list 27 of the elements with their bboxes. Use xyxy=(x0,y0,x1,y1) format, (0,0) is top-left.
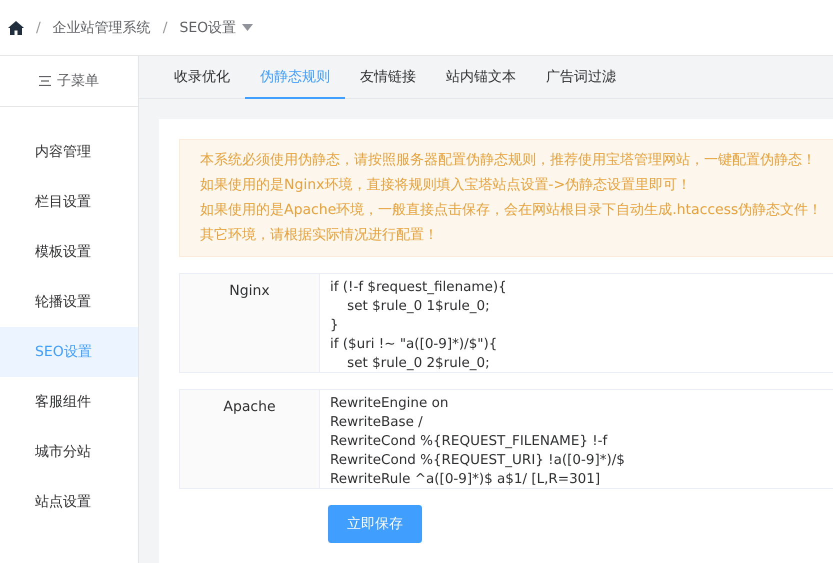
notice-text: 本系统必须使用伪静态，请按照服务器配置伪静态规则，推荐使用宝塔管理网站，一键配置伪静态！ xyxy=(200,151,817,170)
sidebar-item[interactable]: 客服组件 xyxy=(0,377,138,427)
sidebar-item[interactable]: 城市分站 xyxy=(0,427,138,477)
notice-text: 如果使用的是Nginx环境，直接将规则填入宝塔站点设置->伪静态设置里即可！ xyxy=(200,176,692,195)
field-label: Apache xyxy=(179,389,320,489)
sidebar-item[interactable]: 内容管理 xyxy=(0,127,138,177)
menu-icon xyxy=(39,76,51,86)
home-icon[interactable] xyxy=(8,20,24,34)
tab[interactable]: 友情链接 xyxy=(345,56,431,99)
tab[interactable]: 广告词过滤 xyxy=(531,56,631,99)
caret-icon[interactable] xyxy=(242,24,254,31)
field-label: Nginx xyxy=(179,273,320,373)
sidebar-title: 子菜单 xyxy=(57,72,99,90)
breadcrumb-item[interactable]: SEO设置 xyxy=(179,18,236,36)
notice-text: 如果使用的是Apache环境，一般直接点击保存，会在网站根目录下自动生成.htaccess伪静态文件！ xyxy=(200,201,824,220)
breadcrumb-separator: / xyxy=(162,20,168,36)
sidebar-item[interactable]: 栏目设置 xyxy=(0,177,138,227)
breadcrumb-separator: / xyxy=(36,20,41,36)
rule-textarea[interactable]: RewriteEngine on RewriteBase / RewriteCond %{REQUEST_FILENAME} !-f RewriteCond %{REQUEST_URI} !a([0-9]*)/$ RewriteRule ^a([0-9]*)$ a$1/ [L,R=301] xyxy=(320,389,833,489)
tab[interactable]: 站内锚文本 xyxy=(431,56,531,99)
rule-textarea[interactable]: if (!-f $request_filename){ set $rule_0 1$rule_0; } if ($uri !~ "a([0-9]*)/$"){ set $rule_0 2$rule_0; xyxy=(320,273,833,373)
sidebar-item[interactable]: 轮播设置 xyxy=(0,277,138,327)
breadcrumb-item[interactable]: 企业站管理系统 xyxy=(52,18,151,36)
sidebar-item[interactable]: 模板设置 xyxy=(0,227,138,277)
notice-text: 其它环境，请根据实际情况进行配置！ xyxy=(200,226,439,245)
sidebar-item[interactable]: 站点设置 xyxy=(0,477,138,527)
tab[interactable]: 收录优化 xyxy=(159,56,245,99)
